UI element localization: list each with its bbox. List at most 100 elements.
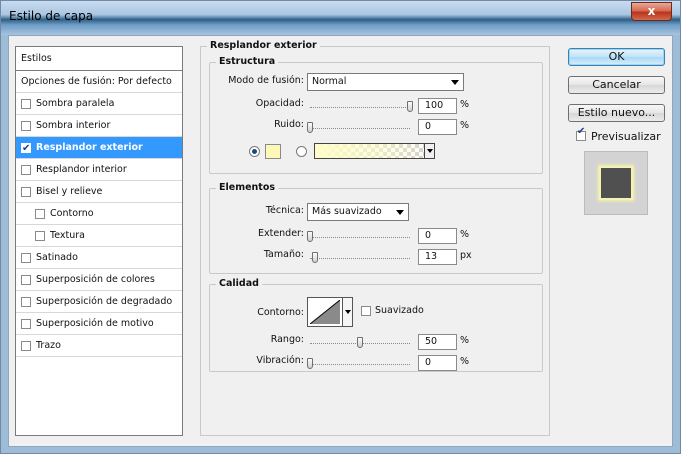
panel-title: Resplandor exterior [207, 40, 320, 51]
opacity-slider-thumb[interactable] [407, 101, 413, 112]
style-item-checkbox[interactable] [21, 341, 31, 351]
spread-input[interactable]: 0 [418, 228, 457, 244]
close-icon: x [647, 4, 656, 18]
jitter-slider-track[interactable] [310, 364, 410, 365]
quality-group: Calidad Contorno: Suavizado Rango: 50 % … [209, 278, 543, 372]
opacity-input[interactable]: 100 [418, 98, 457, 114]
style-item[interactable]: Bisel y relieve [16, 181, 182, 203]
structure-title: Estructura [216, 56, 279, 67]
spread-unit: % [460, 229, 470, 240]
style-item-checkbox[interactable] [35, 209, 45, 219]
gradient-radio[interactable] [296, 146, 307, 157]
style-item-checkbox[interactable] [21, 121, 31, 131]
noise-slider-thumb[interactable] [307, 122, 313, 133]
style-item-checkbox[interactable] [21, 275, 31, 285]
window-title: Estilo de capa [9, 9, 94, 23]
size-input[interactable]: 13 [418, 249, 457, 265]
opacity-label: Opacidad: [255, 98, 304, 109]
style-item[interactable]: Trazo [16, 335, 182, 357]
linear-contour-icon [310, 300, 340, 324]
range-input[interactable]: 50 [418, 334, 457, 350]
new-style-button[interactable]: Estilo nuevo... [568, 104, 665, 122]
blend-options-item[interactable]: Opciones de fusión: Por defecto [16, 71, 182, 93]
style-preview [584, 151, 648, 215]
title-bar[interactable]: Estilo de capa x [1, 1, 680, 35]
size-slider-thumb[interactable] [312, 252, 319, 263]
technique-label: Técnica: [265, 205, 304, 216]
close-button[interactable]: x [631, 2, 672, 21]
style-item[interactable]: Resplandor exterior [16, 137, 182, 160]
opacity-slider-track[interactable] [310, 107, 410, 108]
chevron-down-icon [451, 80, 459, 85]
style-item[interactable]: Resplandor interior [16, 159, 182, 181]
cancel-button[interactable]: Cancelar [568, 76, 665, 94]
dialog-client-area: Estilos Opciones de fusión: Por defecto … [8, 35, 673, 447]
chevron-down-icon [396, 210, 404, 215]
style-item-label: Satinado [36, 252, 78, 263]
style-item-checkbox[interactable] [21, 99, 31, 109]
style-item-label: Sombra paralela [36, 98, 115, 109]
technique-select[interactable]: Más suavizado [307, 203, 409, 221]
style-item[interactable]: Superposición de motivo [16, 313, 182, 335]
chevron-down-icon[interactable] [424, 144, 434, 158]
structure-group: Estructura Modo de fusión: Normal Opacid… [209, 56, 543, 174]
contour-picker[interactable] [307, 297, 353, 327]
style-item-label: Superposición de degradado [36, 296, 173, 307]
layer-style-dialog: Estilo de capa x Estilos Opciones de fus… [0, 0, 681, 454]
style-item[interactable]: Contorno [16, 203, 182, 225]
size-slider-track[interactable] [310, 258, 410, 259]
elements-group: Elementos Técnica: Más suavizado Extende… [209, 182, 543, 274]
jitter-slider-thumb[interactable] [307, 358, 313, 369]
style-item-label: Resplandor interior [36, 164, 127, 175]
styles-list: Estilos Opciones de fusión: Por defecto … [15, 46, 183, 436]
style-item-checkbox[interactable] [35, 231, 45, 241]
spread-slider-thumb[interactable] [307, 231, 313, 242]
style-item-checkbox[interactable] [21, 319, 31, 329]
jitter-unit: % [460, 356, 470, 367]
contour-label: Contorno: [257, 307, 304, 318]
antialias-checkbox[interactable] [361, 306, 371, 316]
style-item[interactable]: Superposición de colores [16, 269, 182, 291]
style-item-label: Trazo [36, 340, 61, 351]
style-item-checkbox[interactable] [21, 297, 31, 307]
style-item-checkbox[interactable] [21, 165, 31, 175]
blend-mode-select[interactable]: Normal [307, 73, 464, 91]
blend-mode-label: Modo de fusión: [228, 75, 304, 86]
range-slider-thumb[interactable] [357, 337, 363, 348]
noise-unit: % [460, 120, 470, 131]
solid-color-radio[interactable] [249, 146, 260, 157]
glow-gradient-picker[interactable] [314, 143, 435, 159]
antialias-label: Suavizado [375, 305, 424, 316]
ok-button[interactable]: OK [568, 48, 665, 66]
style-item-label: Sombra interior [36, 120, 111, 131]
size-label: Tamaño: [263, 249, 304, 260]
range-label: Rango: [270, 334, 304, 345]
preview-checkbox[interactable] [576, 126, 586, 141]
jitter-label: Vibración: [256, 355, 304, 366]
elements-title: Elementos [216, 182, 279, 193]
style-item-checkbox[interactable] [21, 138, 31, 160]
styles-header[interactable]: Estilos [16, 47, 182, 71]
glow-color-swatch[interactable] [265, 144, 281, 159]
preview-label: Previsualizar [591, 130, 661, 143]
style-item[interactable]: Sombra interior [16, 115, 182, 137]
style-item-label: Contorno [50, 208, 94, 219]
spread-label: Extender: [257, 228, 304, 239]
spread-slider-track[interactable] [310, 237, 410, 238]
style-item[interactable]: Satinado [16, 247, 182, 269]
quality-title: Calidad [216, 278, 262, 289]
style-item-checkbox[interactable] [21, 253, 31, 263]
noise-input[interactable]: 0 [418, 119, 457, 135]
outer-glow-panel: Resplandor exterior Estructura Modo de f… [200, 40, 550, 436]
noise-slider-track[interactable] [310, 128, 410, 129]
opacity-unit: % [460, 99, 470, 110]
chevron-down-icon[interactable] [342, 298, 352, 326]
size-unit: px [460, 250, 472, 261]
style-item[interactable]: Superposición de degradado [16, 291, 182, 313]
style-item[interactable]: Textura [16, 225, 182, 247]
style-item-label: Superposición de colores [36, 274, 155, 285]
style-item-checkbox[interactable] [21, 187, 31, 197]
style-item[interactable]: Sombra paralela [16, 93, 182, 115]
jitter-input[interactable]: 0 [418, 355, 457, 371]
style-item-label: Bisel y relieve [36, 186, 103, 197]
